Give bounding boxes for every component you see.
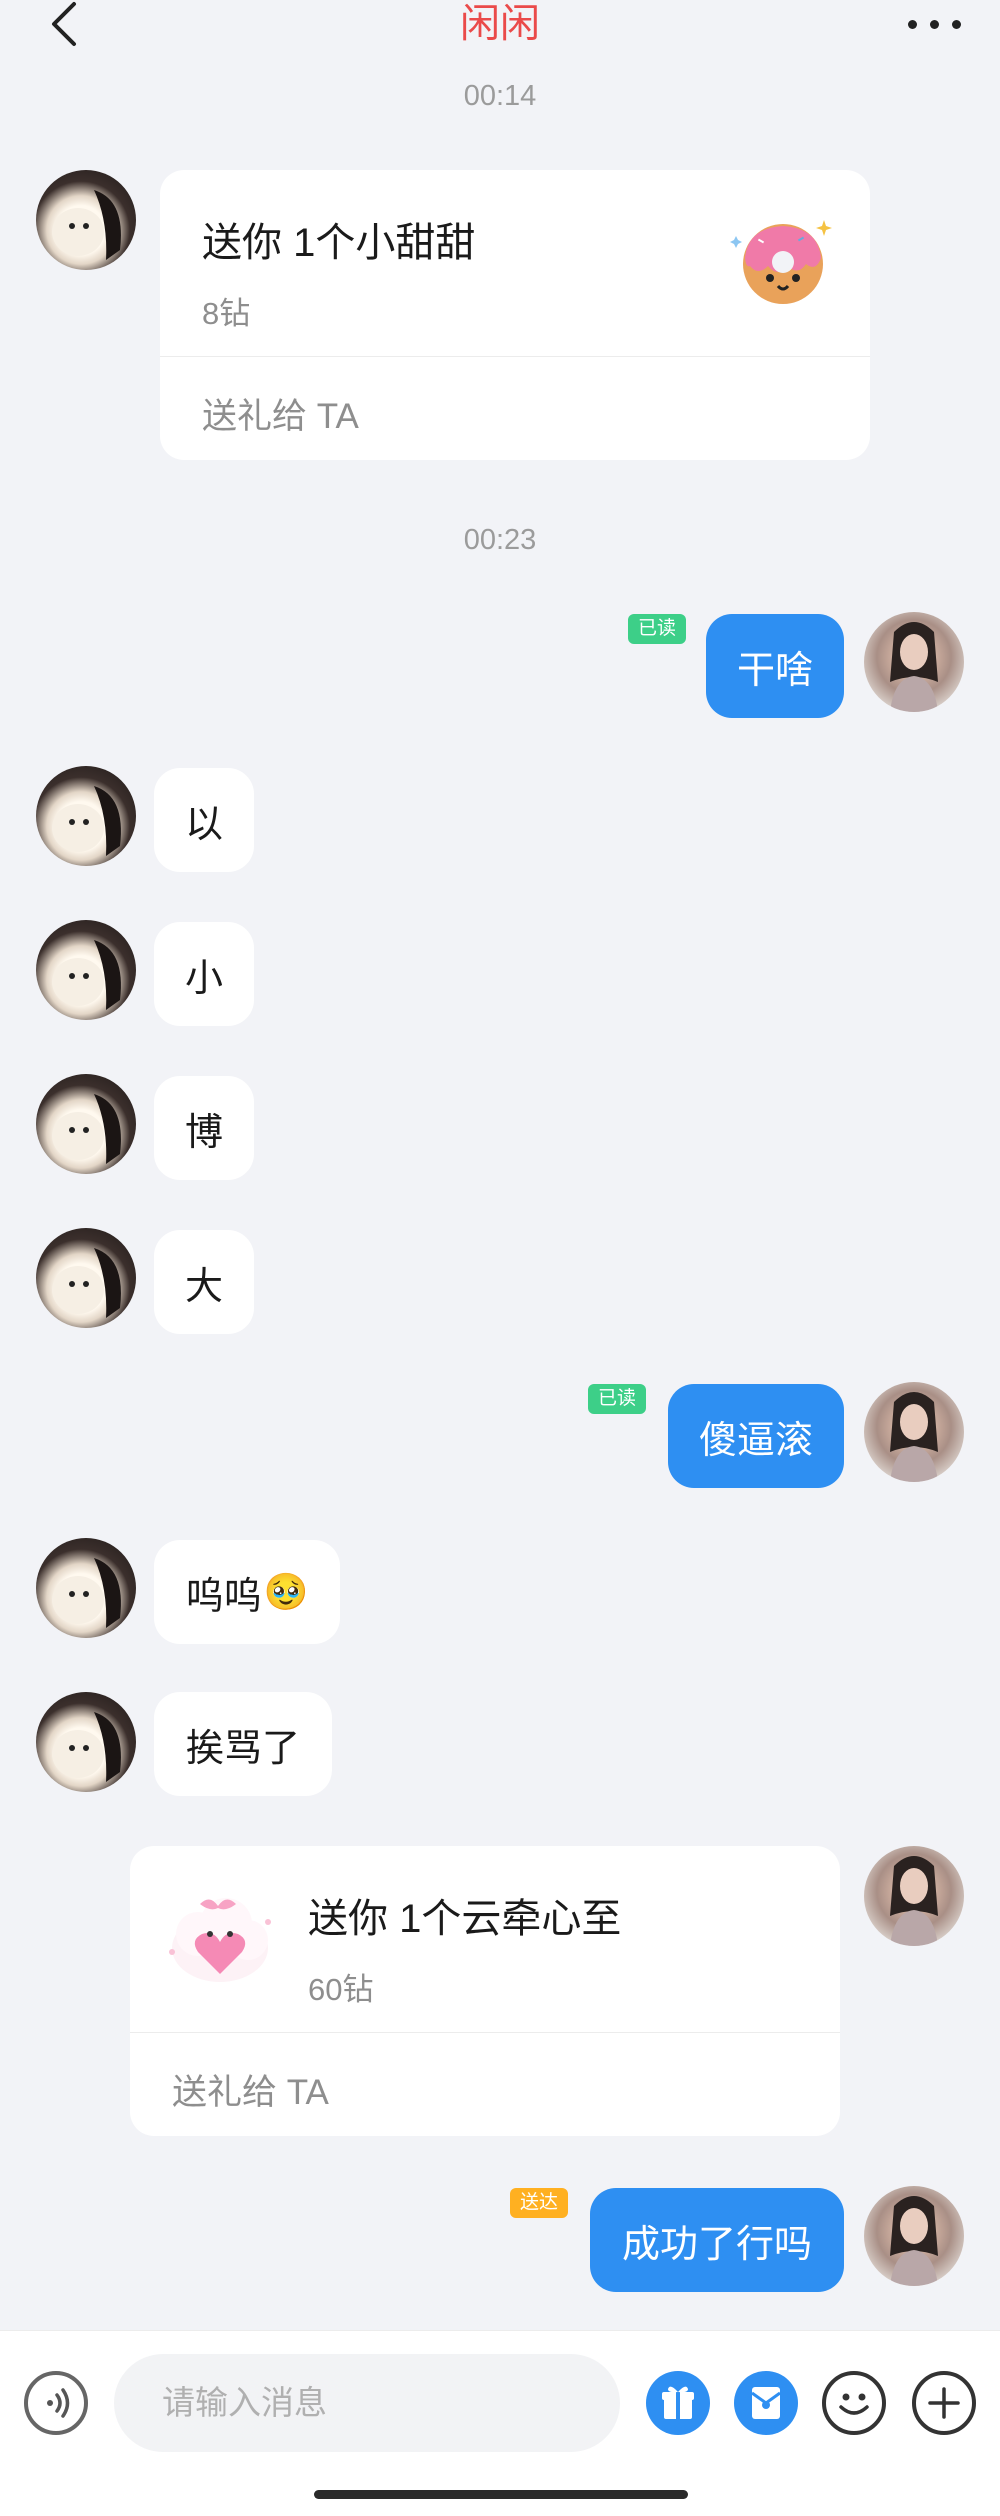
envelope-icon <box>751 2387 781 2419</box>
message-input-bar <box>0 2330 1000 2516</box>
my-avatar[interactable] <box>864 1382 964 1482</box>
my-avatar[interactable] <box>864 612 964 712</box>
voice-button[interactable] <box>24 2371 88 2435</box>
contact-avatar[interactable] <box>36 1228 136 1328</box>
gift-price: 60钻 <box>308 1972 374 2007</box>
timestamp: 00:23 <box>463 524 537 556</box>
emoji-button[interactable] <box>822 2371 886 2435</box>
plus-icon <box>928 2387 960 2419</box>
my-message-bubble[interactable]: 傻逼滚 <box>668 1384 844 1488</box>
contact-avatar[interactable] <box>36 170 136 270</box>
gift-message-card[interactable]: 送你 1个云牵心至 60钻 送礼给 TA <box>130 1846 840 2136</box>
contact-message-bubble[interactable]: 挨骂了 <box>154 1692 332 1796</box>
pleading-face-emoji: 🥹 <box>263 1571 309 1612</box>
voice-icon <box>47 2388 70 2418</box>
more-options-button[interactable] <box>904 16 964 32</box>
gift-title: 送你 1个小甜甜 <box>202 221 476 265</box>
delivered-status-badge: 送达 <box>510 2188 569 2218</box>
read-status-badge: 已读 <box>628 614 687 644</box>
red-packet-button[interactable] <box>734 2371 798 2435</box>
contact-message-bubble[interactable]: 以 <box>154 768 254 872</box>
send-gift-back-link[interactable]: 送礼给 TA <box>202 388 359 439</box>
gift-title: 送你 1个云牵心至 <box>308 1897 622 1941</box>
gift-button[interactable] <box>646 2371 710 2435</box>
send-gift-back-link[interactable]: 送礼给 TA <box>172 2064 329 2115</box>
contact-message-bubble[interactable]: 大 <box>154 1230 254 1334</box>
contact-avatar[interactable] <box>36 766 136 866</box>
contact-avatar[interactable] <box>36 1538 136 1638</box>
cloud-heart-gift-icon <box>169 1898 271 1982</box>
my-message-bubble[interactable]: 干啥 <box>706 614 844 718</box>
home-indicator[interactable] <box>314 2490 688 2499</box>
contact-avatar[interactable] <box>36 1074 136 1174</box>
gift-price: 8钻 <box>202 296 251 331</box>
gift-message-card[interactable]: 送你 1个小甜甜 8钻 送礼给 TA <box>160 170 870 460</box>
contact-avatar[interactable] <box>36 920 136 1020</box>
donut-gift-icon <box>730 220 832 304</box>
contact-message-bubble[interactable]: 呜呜 🥹 <box>154 1540 340 1644</box>
chat-title: 闲闲 <box>460 2 540 46</box>
more-icon <box>908 20 917 29</box>
gift-icon <box>662 2386 694 2419</box>
timestamp: 00:14 <box>463 80 537 112</box>
my-avatar[interactable] <box>864 1846 964 1946</box>
contact-avatar[interactable] <box>36 1692 136 1792</box>
my-message-bubble[interactable]: 成功了行吗 <box>590 2188 844 2292</box>
read-status-badge: 已读 <box>588 1384 647 1414</box>
my-avatar[interactable] <box>864 2186 964 2286</box>
contact-message-bubble[interactable]: 博 <box>154 1076 254 1180</box>
message-input[interactable] <box>114 2354 620 2452</box>
more-actions-button[interactable] <box>912 2371 976 2435</box>
chat-header: 闲闲 <box>0 0 1000 60</box>
smiley-icon <box>839 2393 869 2415</box>
message-text: 呜呜 <box>185 1575 262 1618</box>
contact-message-bubble[interactable]: 小 <box>154 922 254 1026</box>
